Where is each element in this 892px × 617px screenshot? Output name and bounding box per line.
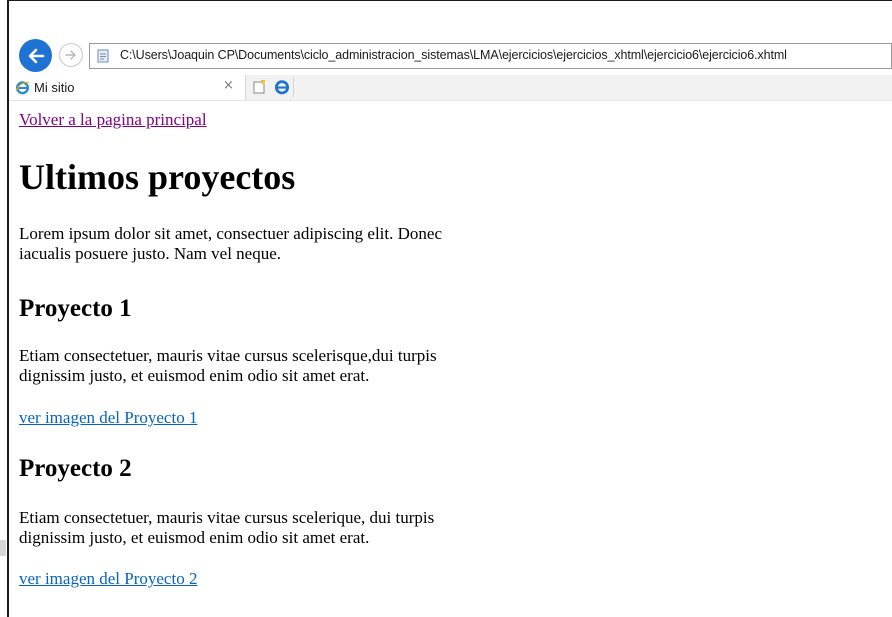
page-icon: [97, 49, 109, 63]
new-tab-button[interactable]: [249, 77, 269, 97]
project-1-title: Proyecto 1: [19, 295, 132, 322]
side-marker: [0, 540, 6, 556]
new-tab-icon: [253, 80, 265, 94]
project-2-title: Proyecto 2: [19, 455, 132, 482]
project-2-image-link[interactable]: ver imagen del Proyecto 2: [19, 569, 197, 589]
tab-mi-sitio[interactable]: Mi sitio ×: [9, 75, 246, 100]
browser-chrome: C:\Users\Joaquin CP\Documents\ciclo_admi…: [9, 1, 892, 101]
ie-logo-icon: [274, 80, 290, 95]
project-1-description: Etiam consectetuer, mauris vitae cursus …: [19, 346, 437, 385]
forward-button[interactable]: [59, 43, 83, 67]
back-button[interactable]: [19, 39, 52, 72]
ie-logo-icon: [15, 81, 30, 95]
back-arrow-icon: [28, 48, 44, 63]
intro-paragraph: Lorem ipsum dolor sit amet, consectuer a…: [19, 224, 442, 263]
address-url[interactable]: C:\Users\Joaquin CP\Documents\ciclo_admi…: [120, 48, 787, 62]
project-1-image-link[interactable]: ver imagen del Proyecto 1: [19, 408, 197, 428]
address-bar[interactable]: C:\Users\Joaquin CP\Documents\ciclo_admi…: [89, 43, 892, 69]
forward-arrow-icon: [65, 50, 76, 60]
tab-strip: Mi sitio ×: [9, 75, 892, 101]
open-in-ie-button[interactable]: [271, 77, 294, 97]
home-link[interactable]: Volver a la pagina principal: [19, 110, 207, 130]
page-title: Ultimos proyectos: [19, 157, 296, 197]
project-2-description: Etiam consectetuer, mauris vitae cursus …: [19, 508, 435, 547]
close-icon[interactable]: ×: [223, 79, 234, 92]
tab-title: Mi sitio: [34, 80, 75, 95]
